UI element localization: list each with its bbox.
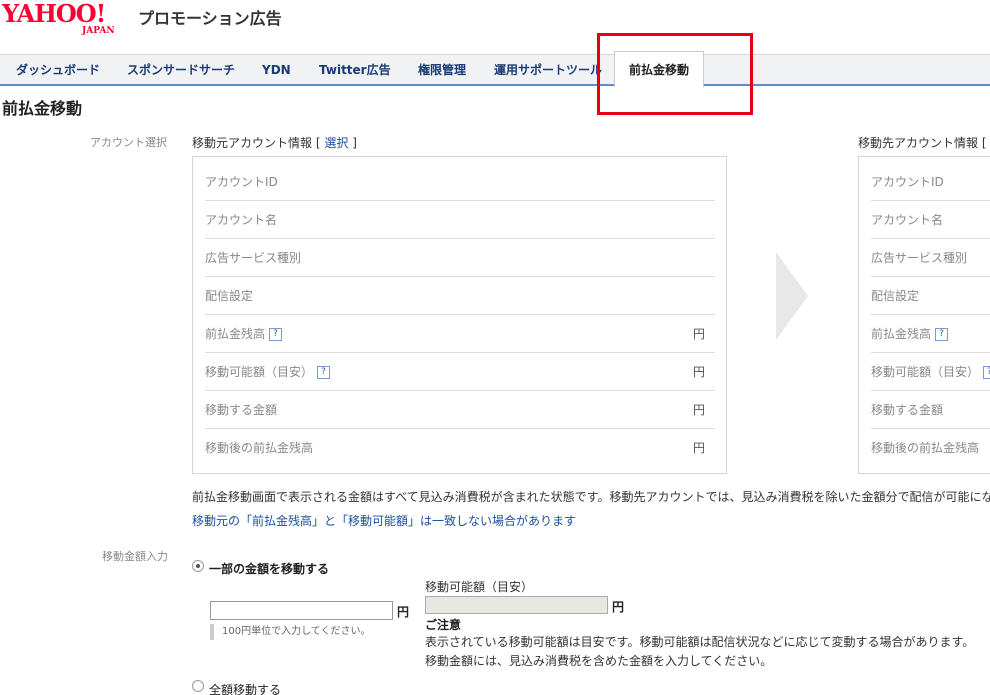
dest-row-delivery-setting: 配信設定: [871, 277, 990, 315]
source-account-panel: アカウントID アカウント名 広告サービス種別 配信設定 前払金残高? 円 移動…: [192, 156, 727, 474]
source-heading-text: 移動元アカウント情報: [192, 136, 313, 150]
help-icon[interactable]: ?: [983, 366, 990, 379]
caution-title: ご注意: [425, 618, 462, 632]
source-row-prepayment-balance: 前払金残高? 円: [205, 315, 715, 353]
source-row-service-type: 広告サービス種別: [205, 239, 715, 277]
yen-unit: 円: [692, 403, 705, 417]
dest-row-account-name: アカウント名: [871, 201, 990, 239]
source-row-transfer-amount: 移動する金額 円: [205, 391, 715, 429]
help-icon[interactable]: ?: [317, 366, 331, 379]
page-title: 前払金移動: [2, 99, 83, 118]
amount-yen-label: 円: [397, 605, 410, 619]
bracket-open: [: [315, 136, 321, 150]
available-yen-label: 円: [612, 600, 625, 614]
dest-row-movable-amount: 移動可能額（目安）?: [871, 353, 990, 391]
partial-amount-radio[interactable]: [192, 560, 204, 572]
dest-row-balance-after: 移動後の前払金残高: [871, 441, 980, 455]
destination-account-heading: 移動先アカウント情報 [: [858, 136, 987, 150]
tab-dashboard[interactable]: ダッシュボード: [16, 55, 100, 85]
tab-twitter-ads[interactable]: Twitter広告: [319, 55, 391, 85]
available-amount-label: 移動可能額（目安）: [425, 580, 534, 594]
product-name: プロモーション広告: [138, 9, 282, 28]
destination-account-panel: アカウントID アカウント名 広告サービス種別 配信設定 前払金残高? 移動可能…: [858, 156, 990, 474]
yahoo-logo[interactable]: YAHOO! JAPAN: [2, 0, 142, 37]
source-row-account-id: アカウントID: [205, 163, 715, 201]
help-icon[interactable]: ?: [269, 328, 283, 341]
balance-mismatch-note: 移動元の「前払金残高」と「移動可能額」は一致しない場合があります: [192, 514, 577, 528]
account-select-label: アカウント選択: [90, 136, 167, 149]
arrow-right-icon: [776, 252, 808, 340]
source-row-movable-amount: 移動可能額（目安）? 円: [205, 353, 715, 391]
source-row-balance-after: 移動後の前払金残高 円: [205, 429, 715, 467]
tab-permission-management[interactable]: 権限管理: [418, 55, 466, 85]
select-source-link[interactable]: 選択: [324, 136, 348, 150]
dest-row-prepayment-balance: 前払金残高?: [871, 315, 990, 353]
tax-note: 前払金移動画面で表示される金額はすべて見込み消費税が含まれた状態です。移動先アカ…: [192, 490, 990, 504]
logo-sub-text: JAPAN: [82, 26, 115, 36]
tab-operation-support-tools[interactable]: 運用サポートツール: [494, 55, 602, 85]
full-amount-label[interactable]: 全額移動する: [209, 681, 281, 695]
dest-row-service-type: 広告サービス種別: [871, 239, 990, 277]
yen-unit: 円: [692, 441, 705, 455]
yen-unit: 円: [692, 365, 705, 379]
caution-line-1: 表示されている移動可能額は目安です。移動可能額は配信状況などに応じて変動する場合…: [425, 635, 975, 649]
tab-sponsored-search[interactable]: スポンサードサーチ: [127, 55, 235, 85]
full-amount-radio[interactable]: [192, 680, 204, 692]
logo-text: YAHOO!: [2, 0, 106, 28]
bracket-close: ]: [352, 136, 357, 150]
dest-row-transfer-amount: 移動する金額: [871, 391, 990, 429]
transfer-amount-input[interactable]: [210, 601, 393, 620]
tab-prepayment-transfer[interactable]: 前払金移動: [614, 51, 705, 87]
source-account-heading: 移動元アカウント情報 [ 選択 ]: [192, 134, 357, 151]
caution-line-2: 移動金額には、見込み消費税を含めた金額を入力してください。: [425, 654, 773, 668]
source-row-account-name: アカウント名: [205, 201, 715, 239]
dest-row-account-id: アカウントID: [871, 163, 990, 201]
main-nav: ダッシュボード スポンサードサーチ YDN Twitter広告 権限管理 運用サ…: [0, 51, 990, 87]
available-amount-display: [425, 596, 608, 614]
partial-amount-label[interactable]: 一部の金額を移動する: [209, 560, 329, 577]
yen-unit: 円: [692, 327, 705, 341]
amount-hint: 100円単位で入力してください。: [210, 624, 371, 640]
tab-ydn[interactable]: YDN: [262, 55, 291, 85]
amount-input-label: 移動金額入力: [102, 550, 168, 563]
source-row-delivery-setting: 配信設定: [205, 277, 715, 315]
help-icon[interactable]: ?: [935, 328, 949, 341]
